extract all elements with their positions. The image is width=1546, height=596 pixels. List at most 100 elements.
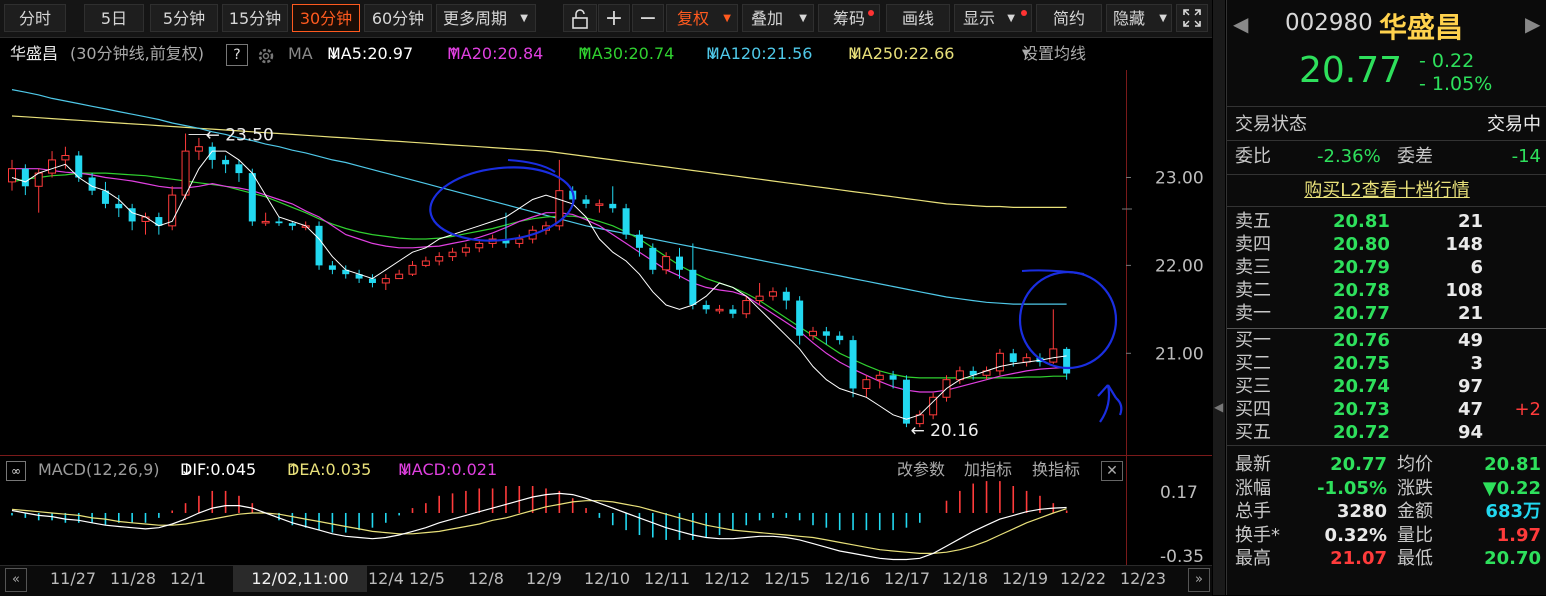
stat-value: 20.77: [1330, 454, 1387, 475]
trade-status-label: 交易状态: [1235, 114, 1307, 135]
panel-splitter[interactable]: ◀: [1213, 0, 1225, 595]
stock-code: 002980: [1285, 10, 1373, 36]
candle-body: [408, 264, 417, 275]
zoom-out-icon[interactable]: −: [632, 4, 664, 32]
overlay-dropdown[interactable]: 叠加 ▼: [742, 4, 814, 32]
order-price: 20.73: [1333, 399, 1390, 420]
candle-body: [235, 164, 243, 174]
stat-label: 涨跌: [1397, 477, 1433, 499]
ma-legend: 华盛昌 (30分钟线,前复权) ? MA MA5:20.97 ↓ MA20:20…: [0, 38, 1125, 70]
candle-body: [395, 273, 404, 280]
stat-value: 20.81: [1484, 454, 1541, 475]
candle-body: [662, 256, 671, 271]
order-book-row[interactable]: 卖二 20.78 108: [1227, 279, 1546, 302]
candle-body: [875, 374, 884, 381]
ma30-text: MA30:20.74: [578, 44, 675, 63]
display-dropdown[interactable]: 显示 ▼: [954, 4, 1032, 32]
overlay-label: 叠加: [751, 9, 784, 28]
stat-row: 最新 20.77 均价 20.81: [1227, 453, 1546, 476]
close-icon[interactable]: ✕: [1101, 461, 1123, 481]
period-button-60min[interactable]: 60分钟: [364, 4, 432, 32]
candle-body: [275, 221, 283, 224]
order-volume: 97: [1457, 376, 1483, 397]
gear-icon[interactable]: [256, 45, 276, 77]
more-periods-dropdown[interactable]: 更多周期 ▼: [436, 4, 536, 32]
stat-label: 最新: [1235, 454, 1271, 475]
stat-label: 最高: [1235, 548, 1271, 569]
x-tick-label: 12/9: [526, 569, 562, 588]
order-book-row[interactable]: 卖五 20.81 21: [1227, 210, 1546, 233]
ma120-text: MA120:21.56: [706, 44, 813, 63]
candle-body: [141, 216, 150, 222]
candle-body: [582, 199, 590, 204]
period-button-5min[interactable]: 5分钟: [150, 4, 218, 32]
price-change-pct: - 1.05%: [1419, 73, 1493, 95]
prev-stock-icon[interactable]: ◀: [1233, 12, 1248, 36]
order-book-row[interactable]: 卖三 20.79 6: [1227, 256, 1546, 279]
order-book-row[interactable]: 买一 20.76 49: [1227, 329, 1546, 352]
stat-value: -1.05%: [1317, 477, 1387, 499]
fuquan-dropdown[interactable]: 复权 ▼: [666, 4, 738, 32]
y-tick-label: 23.00: [1155, 168, 1204, 188]
help-icon[interactable]: ?: [226, 44, 248, 66]
period-button-5day[interactable]: 5日: [84, 4, 144, 32]
notification-dot-icon: [1021, 10, 1027, 16]
collapse-arrow-icon[interactable]: ◀: [1214, 400, 1223, 414]
order-level-label: 买二: [1235, 353, 1271, 374]
ma5-text: MA5:20.97: [327, 44, 414, 63]
macd-y-tick-label: 0.17: [1160, 483, 1198, 503]
order-price: 20.77: [1333, 303, 1390, 324]
edit-params-button[interactable]: 改参数: [897, 456, 945, 484]
dea-line: [11, 500, 1067, 555]
order-book-row[interactable]: 卖一 20.77 21: [1227, 302, 1546, 325]
order-book-row[interactable]: 买五 20.72 94: [1227, 421, 1546, 444]
scroll-left-icon[interactable]: «: [5, 568, 27, 592]
order-book-row[interactable]: 卖四 20.80 148: [1227, 233, 1546, 256]
chevron-down-icon: ▼: [1159, 13, 1167, 24]
order-volume: 6: [1470, 257, 1483, 278]
x-tick-label: 12/17: [884, 569, 931, 588]
dea-value: DEA:0.035 ↑: [287, 456, 371, 484]
chip-button[interactable]: 筹码: [818, 4, 880, 32]
next-stock-icon[interactable]: ▶: [1525, 12, 1540, 36]
notification-dot-icon: [868, 10, 874, 16]
candle-body: [849, 340, 857, 389]
order-book-row[interactable]: 买四 20.73 47 +2: [1227, 398, 1546, 421]
add-indicator-button[interactable]: 加指标: [964, 456, 1012, 484]
order-book-row[interactable]: 买三 20.74 97: [1227, 375, 1546, 398]
chevron-down-icon: ▼: [723, 13, 731, 24]
x-tick-label: 12/1: [170, 569, 206, 588]
stat-value: 683万: [1485, 501, 1541, 522]
stat-label: 量比: [1397, 524, 1433, 546]
period-button-30min[interactable]: 30分钟: [292, 4, 360, 32]
order-level-label: 卖四: [1235, 234, 1271, 255]
order-price: 20.74: [1333, 376, 1390, 397]
order-price: 20.75: [1333, 353, 1390, 374]
period-button-fenshi[interactable]: 分时: [4, 4, 66, 32]
annotation-arrow: [1097, 384, 1123, 423]
candle-body: [676, 256, 683, 270]
indicator-switch-icon[interactable]: ∞: [6, 461, 26, 481]
ma250-text: MA250:22.66: [848, 44, 955, 63]
order-price: 20.81: [1333, 211, 1390, 232]
order-book-row[interactable]: 买二 20.75 3: [1227, 352, 1546, 375]
unlock-icon[interactable]: [563, 4, 597, 32]
stat-value: ▼0.22: [1482, 477, 1541, 499]
candle-body: [635, 234, 643, 248]
scroll-right-icon[interactable]: »: [1188, 568, 1210, 592]
draw-button[interactable]: 画线: [886, 4, 950, 32]
hide-dropdown[interactable]: 隐藏 ▼: [1106, 4, 1172, 32]
candle-body: [515, 238, 524, 244]
candle-body: [181, 150, 190, 196]
x-tick-label: 12/22: [1060, 569, 1107, 588]
zoom-in-icon[interactable]: +: [598, 4, 630, 32]
ma5-value: MA5:20.97 ↓: [327, 38, 413, 70]
switch-indicator-button[interactable]: 换指标: [1032, 456, 1080, 484]
fullscreen-icon[interactable]: [1176, 4, 1208, 32]
simple-button[interactable]: 简约: [1036, 4, 1102, 32]
candle-body: [595, 203, 604, 206]
ma30-value: MA30:20.74 ↑: [578, 38, 674, 70]
period-button-15min[interactable]: 15分钟: [222, 4, 288, 32]
order-volume: 108: [1445, 280, 1483, 301]
l2-purchase-link[interactable]: 购买L2查看十档行情: [1304, 180, 1469, 201]
